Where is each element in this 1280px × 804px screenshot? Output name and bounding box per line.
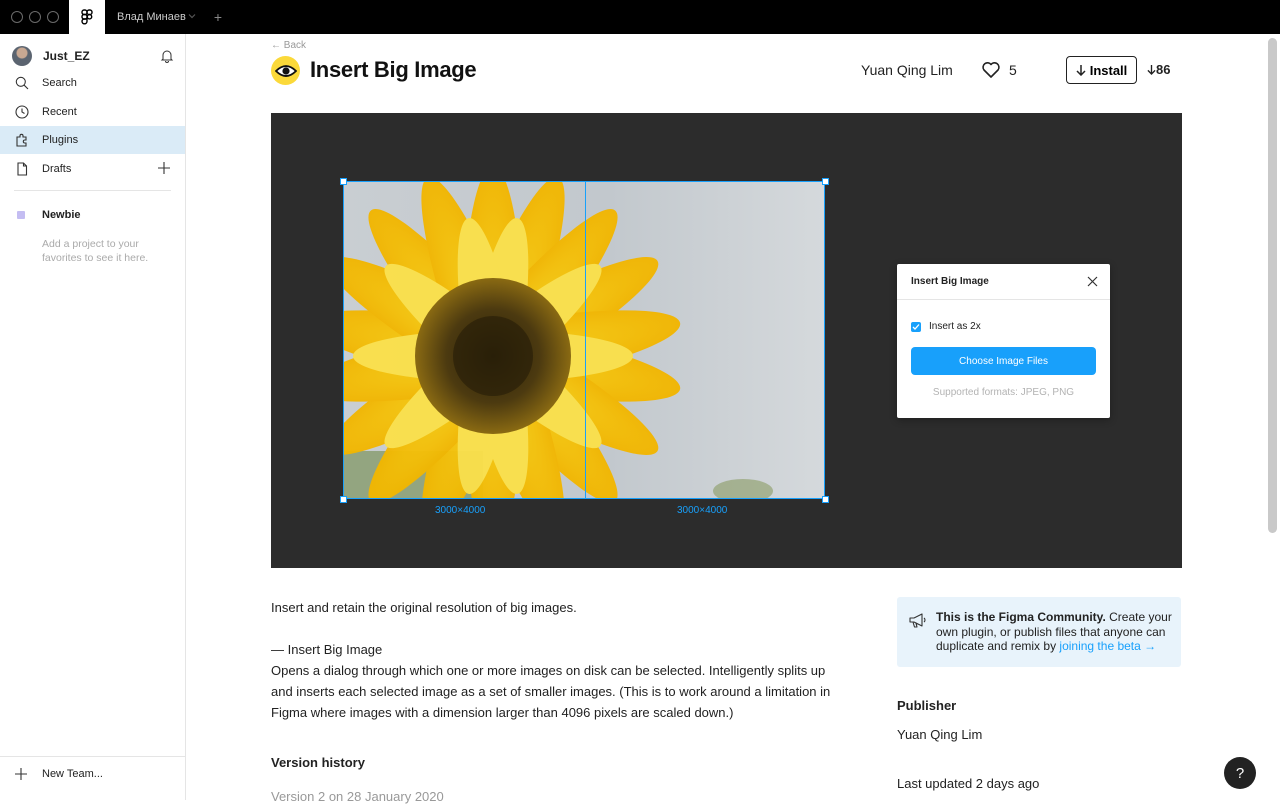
arrow-down-icon [1147, 65, 1156, 75]
plugin-icon [14, 132, 30, 148]
checkmark-icon [911, 321, 921, 332]
team-name: Newbie [42, 209, 81, 221]
chevron-down-icon[interactable] [187, 11, 197, 21]
dialog-title: Insert Big Image [911, 276, 989, 287]
install-button[interactable]: Install [1066, 56, 1137, 84]
favorites-hint: Add a project to your favorites to see i… [42, 238, 149, 264]
sidebar-item-drafts[interactable]: Drafts [0, 155, 185, 183]
new-team-label: New Team... [42, 768, 103, 780]
window-maximize-button[interactable] [47, 11, 59, 23]
plugin-dialog: Insert Big Image Insert as 2x Choose Ima… [897, 264, 1110, 418]
sidebar: Just_EZ Search Recent Plugins Drafts New… [0, 34, 186, 800]
figma-logo-icon [81, 9, 93, 25]
join-beta-link[interactable]: joining the beta → [1059, 639, 1156, 653]
description-intro: Insert and retain the original resolutio… [271, 600, 577, 615]
add-draft-button[interactable] [158, 162, 170, 174]
window-close-button[interactable] [11, 11, 23, 23]
resize-handle [822, 178, 829, 185]
help-button[interactable]: ? [1224, 757, 1256, 789]
checkbox-label: Insert as 2x [929, 321, 981, 332]
window-minimize-button[interactable] [29, 11, 41, 23]
avatar [12, 46, 32, 66]
download-count: 86 [1147, 62, 1170, 77]
download-count-value: 86 [1156, 62, 1171, 77]
user-menu[interactable]: Just_EZ [12, 45, 174, 67]
split-line [585, 181, 586, 499]
scrollbar[interactable] [1268, 38, 1277, 533]
file-tab-label: Влад Минаев [117, 11, 186, 23]
plugin-preview: 3000×4000 3000×4000 Insert Big Image Ins… [271, 113, 1182, 568]
like-count: 5 [1009, 62, 1017, 78]
title-bar: Влад Минаев + [0, 0, 1280, 34]
resize-handle [822, 496, 829, 503]
sidebar-item-label: Search [42, 77, 77, 89]
megaphone-icon [909, 613, 926, 628]
resize-handle [340, 496, 347, 503]
plugin-logo-icon [271, 56, 300, 85]
last-updated: Last updated 2 days ago [897, 776, 1040, 791]
choose-files-button[interactable]: Choose Image Files [911, 347, 1096, 375]
new-tab-button[interactable]: + [211, 10, 225, 24]
arrow-down-icon [1076, 65, 1086, 76]
search-icon [14, 75, 30, 91]
file-tab[interactable]: Влад Минаев [105, 0, 198, 34]
sidebar-item-label: Plugins [42, 134, 79, 146]
figma-home-tab[interactable] [69, 0, 105, 34]
close-icon[interactable] [1087, 276, 1098, 287]
description-body: Opens a dialog through which one or more… [271, 663, 831, 720]
sidebar-divider [0, 756, 185, 757]
new-team-button[interactable]: New Team... [14, 767, 103, 781]
page-title: Insert Big Image [310, 57, 477, 82]
install-label: Install [1089, 62, 1128, 78]
selection-frame [343, 181, 825, 499]
insert-2x-checkbox[interactable]: Insert as 2x [911, 321, 981, 332]
author-link[interactable]: Yuan Qing Lim [861, 62, 953, 78]
supported-formats: Supported formats: JPEG, PNG [932, 387, 1075, 398]
dimension-label: 3000×4000 [677, 505, 728, 516]
sidebar-item-search[interactable]: Search [0, 69, 185, 97]
community-bold: This is the Figma Community. [936, 610, 1106, 624]
sidebar-item-team[interactable]: Newbie [17, 209, 81, 221]
publisher-name[interactable]: Yuan Qing Lim [897, 727, 982, 742]
version-history-heading: Version history [271, 755, 365, 770]
back-link[interactable]: ← Back [271, 40, 306, 51]
version-entry: Version 2 on 28 January 2020 [271, 789, 444, 804]
description-command: — Insert Big Image [271, 642, 383, 657]
plus-icon [15, 768, 27, 780]
clock-icon [14, 104, 30, 120]
sidebar-item-recent[interactable]: Recent [0, 98, 185, 126]
community-banner: This is the Figma Community. Create your… [897, 597, 1181, 667]
sidebar-divider [14, 190, 171, 191]
sidebar-item-label: Drafts [42, 163, 72, 175]
sidebar-item-plugins[interactable]: Plugins [0, 126, 185, 154]
community-text: This is the Figma Community. Create your… [936, 610, 1176, 654]
file-icon [14, 161, 30, 177]
sidebar-item-label: Recent [42, 106, 77, 118]
publisher-heading: Publisher [897, 698, 957, 713]
team-color-swatch [17, 211, 25, 219]
user-name: Just_EZ [43, 49, 90, 63]
resize-handle [340, 178, 347, 185]
dimension-label: 3000×4000 [435, 505, 486, 516]
bell-icon[interactable] [160, 49, 174, 63]
heart-icon[interactable] [981, 60, 1001, 80]
